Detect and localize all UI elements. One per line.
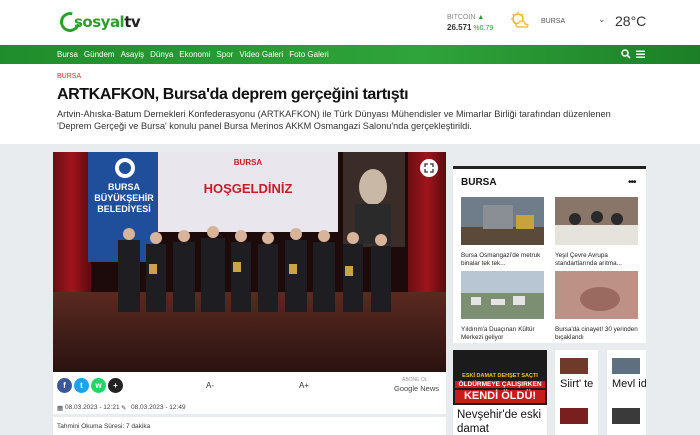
promo-image (612, 358, 640, 374)
weather-city[interactable]: BURSA (541, 18, 565, 25)
news-card-caption: Yıldırım'a Duaçınarı Kültür Merkezi geli… (461, 326, 535, 341)
promo-card[interactable]: Mevl id'i (607, 350, 646, 435)
promo-image (612, 408, 640, 424)
article-photo[interactable]: BURSA BÜYÜKŞEHİR BELEDİYESİ BURSA HOŞGEL… (53, 152, 446, 372)
promo-headline-3: KENDİ ÖLDÜ! (455, 390, 545, 403)
news-card-image (461, 271, 544, 319)
news-card-caption: Bursa'da cinayet! 30 yerinden bıçaklandı (555, 326, 638, 341)
expand-photo-button[interactable] (420, 159, 438, 177)
site-logo[interactable]: sosyaltv (56, 8, 141, 36)
news-card-caption: Bursa Osmangazi'de metruk binalar tek te… (461, 252, 541, 267)
nav-item-video-galeri[interactable]: Video Galeri (239, 50, 283, 59)
nav-item-foto-galeri[interactable]: Foto Galeri (289, 50, 329, 59)
main-navigation: Bursa Gündem Asayiş Dünya Ekonomi Spor V… (0, 45, 700, 64)
nav-item-gundem[interactable]: Gündem (84, 50, 115, 59)
sidebar-title[interactable]: BURSA (461, 177, 497, 188)
news-card[interactable]: Yıldırım'a Duaçınarı Kültür Merkezi geli… (461, 271, 544, 342)
article-dates: ▦ 08.03.2023 - 12:21 ✎ 08.03.2023 - 12:4… (53, 400, 446, 414)
partly-cloudy-icon (511, 11, 529, 28)
ticker-label: BITCOIN (447, 14, 476, 21)
facebook-share-button[interactable]: f (57, 378, 72, 393)
crypto-ticker[interactable]: BITCOIN ▲ 26.571 %0.79 (447, 13, 493, 34)
expand-icon (424, 163, 434, 173)
calendar-icon: ▦ (57, 405, 64, 412)
chevron-down-icon[interactable]: ⌄ (598, 14, 606, 25)
promo-card[interactable]: Siirt' te (555, 350, 598, 435)
news-card-image (555, 197, 638, 245)
article-lead: Artvin-Ahıska-Batum Dernekleri Konfedera… (57, 109, 611, 131)
promo-title: Mevl id'i (612, 378, 646, 390)
nav-item-asayis[interactable]: Asayiş (121, 50, 145, 59)
category-breadcrumb[interactable]: BURSA (57, 73, 81, 80)
promo-headline-2: ÖLDÜRMEYE ÇALIŞIRKEN (455, 381, 545, 388)
google-news-button[interactable]: Google News (394, 384, 439, 393)
banner-text-belediyesi: BELEDİYESİ (97, 204, 151, 214)
up-arrow-icon: ▲ (477, 14, 485, 21)
article-header: BURSA ARTKAFKON, Bursa'da deprem gerçeği… (0, 64, 700, 144)
weather-temperature: 28°C (615, 13, 647, 29)
hamburger-menu-icon[interactable] (636, 49, 645, 59)
screen-text-hosgeldiniz: HOŞGELDİNİZ (203, 181, 293, 196)
news-card-caption: Yeşil Çevre Avrupa standartlarında arıtm… (555, 252, 622, 267)
edit-icon: ✎ (121, 405, 127, 412)
search-icon[interactable] (621, 49, 631, 59)
read-time: Tahmini Okuma Süresi: 7 dakika (53, 417, 446, 435)
article-title: ARTKAFKON, Bursa'da deprem gerçeğini tar… (57, 86, 409, 103)
nav-item-bursa[interactable]: Bursa (57, 50, 78, 59)
ticker-price: 26.571 (447, 23, 472, 32)
font-decrease-button[interactable]: A- (206, 381, 214, 390)
promo-title: Siirt' te (560, 378, 594, 390)
promo-image (560, 358, 588, 374)
news-card-image (555, 271, 638, 319)
banner-text-bursa: BURSA (107, 182, 140, 192)
more-options-icon[interactable]: ••• (628, 177, 636, 188)
twitter-share-button[interactable]: t (74, 378, 89, 393)
banner-text-buyuksehir: BÜYÜKŞEHİR (94, 193, 154, 203)
nav-item-spor[interactable]: Spor (216, 50, 233, 59)
nav-item-ekonomi[interactable]: Ekonomi (179, 50, 210, 59)
promo-image (560, 408, 588, 424)
screen-text-bursa: BURSA (233, 158, 263, 167)
whatsapp-share-button[interactable]: w (91, 378, 106, 393)
date-created: 08.03.2023 - 12:21 (65, 404, 120, 411)
more-share-button[interactable]: + (108, 378, 123, 393)
news-card[interactable]: Bursa Osmangazi'de metruk binalar tek te… (461, 197, 544, 268)
font-increase-button[interactable]: A+ (299, 381, 309, 390)
ticker-change: %0.79 (473, 25, 494, 32)
sidebar-bursa-news: BURSA ••• Bursa Osmangazi'de metruk bina… (453, 166, 646, 343)
nav-item-dunya[interactable]: Dünya (150, 50, 173, 59)
follow-label: ABONE OL (402, 377, 428, 383)
share-toolbar: f t w + A- A+ ABONE OL Google News (53, 372, 446, 400)
date-updated: 08.03.2023 - 12:49 (131, 404, 186, 411)
news-card-image (461, 197, 544, 245)
top-bar: sosyaltv BITCOIN ▲ 26.571 %0.79 BURSA ⌄ … (0, 0, 700, 45)
promo-headline-1: ESKİ DAMAT DEHŞET SAÇTI (462, 373, 538, 379)
news-card[interactable]: Yeşil Çevre Avrupa standartlarında arıtm… (555, 197, 638, 268)
news-card[interactable]: Bursa'da cinayet! 30 yerinden bıçaklandı (555, 271, 638, 342)
promo-card[interactable]: ESKİ DAMAT DEHŞET SAÇTI ÖLDÜRMEYE ÇALIŞI… (453, 350, 547, 435)
promo-title: Nevşehir'de eski damat (457, 409, 542, 435)
